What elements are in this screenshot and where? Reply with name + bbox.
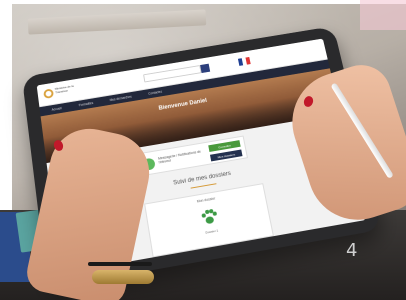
logo-mark-icon — [43, 88, 55, 100]
section-divider — [190, 183, 217, 189]
wrist-cord — [88, 262, 152, 266]
dossier-label: Mon dossier — [196, 196, 216, 204]
flag-icon — [237, 56, 251, 66]
hero-title: Bienvenue Daniel — [158, 98, 208, 112]
logo-text: Ministère de la Transition — [54, 84, 74, 94]
paw-icon — [200, 208, 219, 227]
my-files-button[interactable]: Mes dossiers — [209, 149, 243, 162]
bracelet — [92, 270, 154, 284]
site-logo[interactable]: Ministère de la Transition — [43, 83, 78, 103]
notification-text: Messagerie / Notifications de l'éleveur — [157, 149, 202, 165]
nav-item-formalities[interactable]: Formalités — [79, 101, 94, 107]
photo-scene: Ministère de la Transition Accueil Forma… — [0, 0, 406, 300]
nav-item-contact[interactable]: Contactez — [148, 90, 162, 96]
pink-object — [360, 0, 406, 30]
consult-button-label: Consulter — [217, 143, 232, 149]
my-files-button-label: Mes dossiers — [217, 152, 236, 159]
search-button[interactable] — [200, 63, 211, 74]
nav-item-home[interactable]: Accueil — [51, 106, 61, 111]
overlay-number: 4 — [346, 240, 358, 261]
search-input[interactable] — [143, 65, 202, 83]
dossier-card[interactable]: Mon dossier Dossier 1 — [144, 183, 274, 258]
